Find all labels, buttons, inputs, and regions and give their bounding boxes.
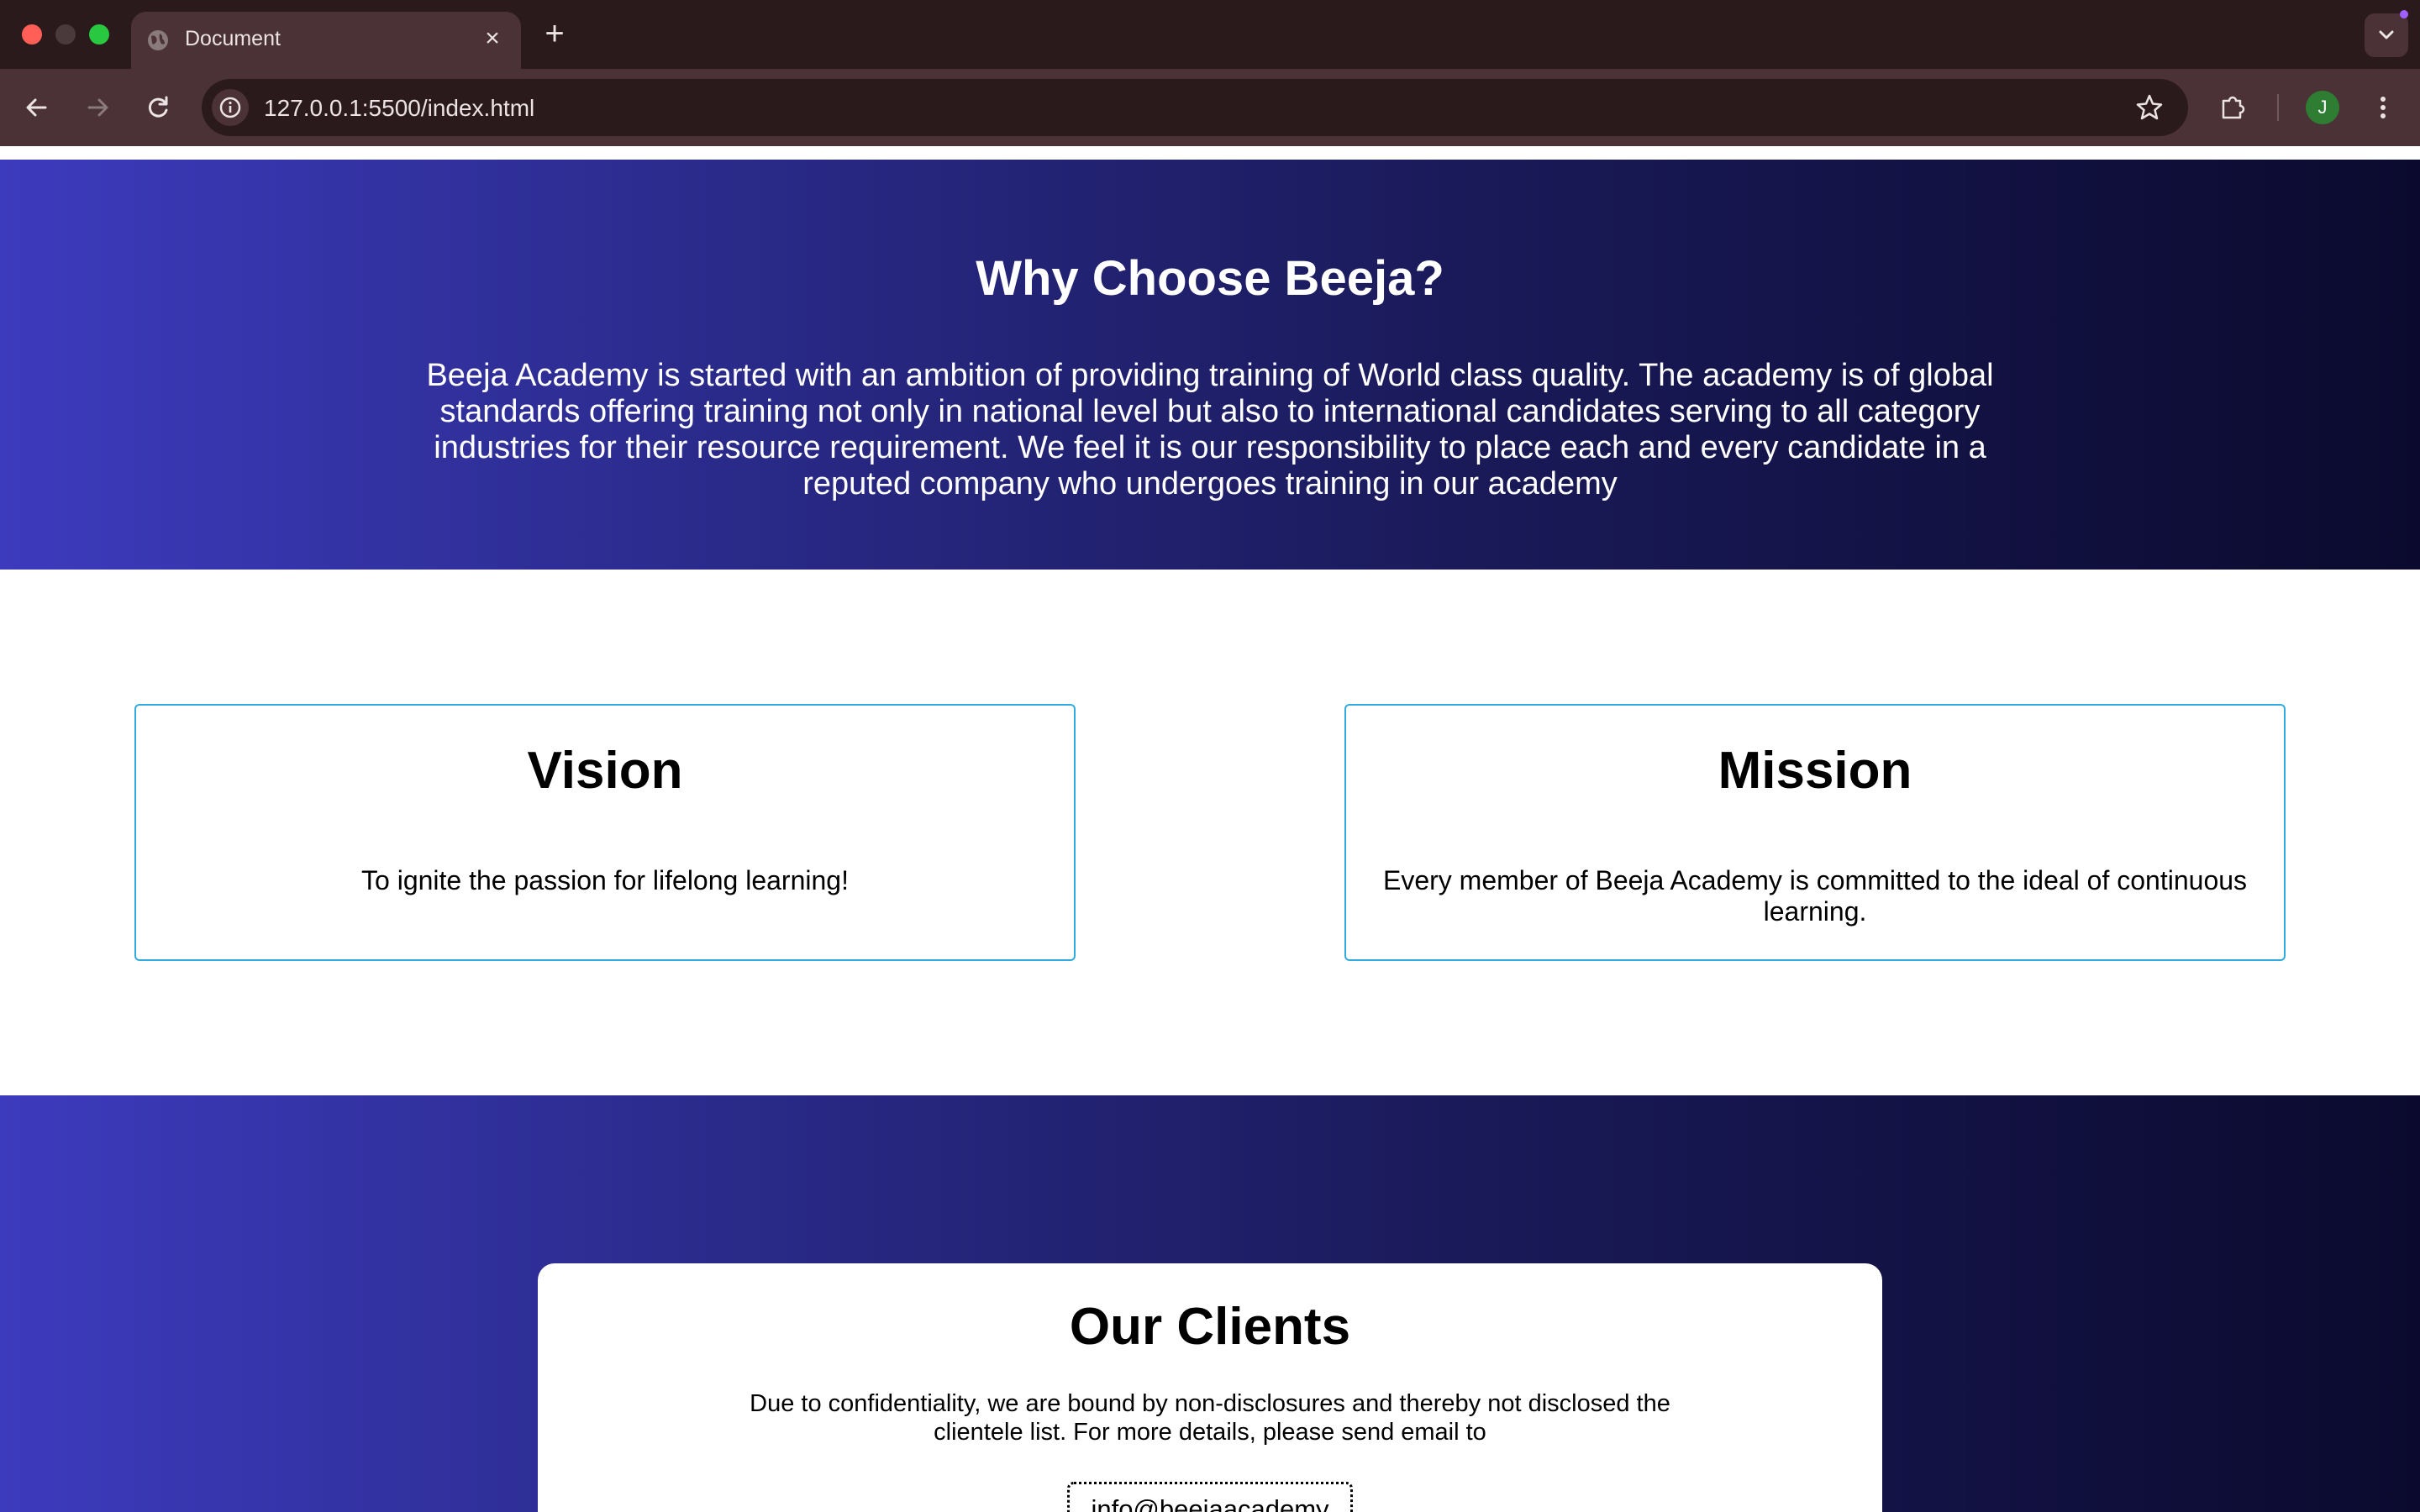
clients-text: Due to confidentiality, we are bound by … <box>750 1390 1670 1446</box>
plus-icon[interactable]: + <box>538 15 571 52</box>
puzzle-icon[interactable] <box>2215 89 2252 126</box>
mission-card: Mission Every member of Beeja Academy is… <box>1344 704 2286 961</box>
info-icon <box>219 97 241 118</box>
mission-text: Every member of Beeja Academy is committ… <box>1382 865 2248 927</box>
clients-heading: Our Clients <box>1069 1298 1351 1356</box>
site-info-button[interactable] <box>212 89 249 126</box>
address-bar[interactable]: 127.0.0.1:5500/index.html <box>202 79 2188 136</box>
vision-heading: Vision <box>527 742 683 800</box>
browser-tab[interactable]: Document × <box>131 12 521 69</box>
email-link[interactable]: info@beejaacademy <box>1067 1482 1353 1512</box>
minimize-window-button[interactable] <box>55 24 76 45</box>
vision-card: Vision To ignite the passion for lifelon… <box>134 704 1076 961</box>
close-window-button[interactable] <box>22 24 42 45</box>
mission-heading: Mission <box>1718 742 1912 800</box>
url-text: 127.0.0.1:5500/index.html <box>264 95 535 121</box>
kebab-menu-icon[interactable] <box>2366 89 2400 126</box>
globe-icon <box>148 30 168 50</box>
close-icon[interactable]: × <box>477 24 508 54</box>
reload-icon[interactable] <box>139 89 176 126</box>
toolbar-divider <box>2277 94 2279 121</box>
forward-arrow-icon[interactable] <box>79 89 116 126</box>
page-viewport: Why Choose Beeja? Beeja Academy is start… <box>0 146 2420 1512</box>
why-choose-text: Beeja Academy is started with an ambitio… <box>426 358 1994 501</box>
notification-dot <box>2400 10 2408 18</box>
star-icon[interactable] <box>2131 89 2168 126</box>
chevron-down-icon <box>2379 30 2394 39</box>
tab-strip: Document × + <box>0 0 2420 69</box>
vision-text: To ignite the passion for lifelong learn… <box>361 865 849 895</box>
tab-search-button[interactable] <box>2365 13 2408 57</box>
clients-section: Our Clients Due to confidentiality, we a… <box>0 1095 2420 1512</box>
clients-card: Our Clients Due to confidentiality, we a… <box>538 1263 1882 1512</box>
tab-title: Document <box>185 27 281 50</box>
why-choose-heading: Why Choose Beeja? <box>976 251 1444 306</box>
maximize-window-button[interactable] <box>89 24 109 45</box>
back-arrow-icon[interactable] <box>18 89 55 126</box>
why-choose-section: Why Choose Beeja? Beeja Academy is start… <box>0 160 2420 570</box>
profile-avatar[interactable]: J <box>2306 91 2339 124</box>
browser-toolbar: 127.0.0.1:5500/index.html J <box>0 69 2420 146</box>
